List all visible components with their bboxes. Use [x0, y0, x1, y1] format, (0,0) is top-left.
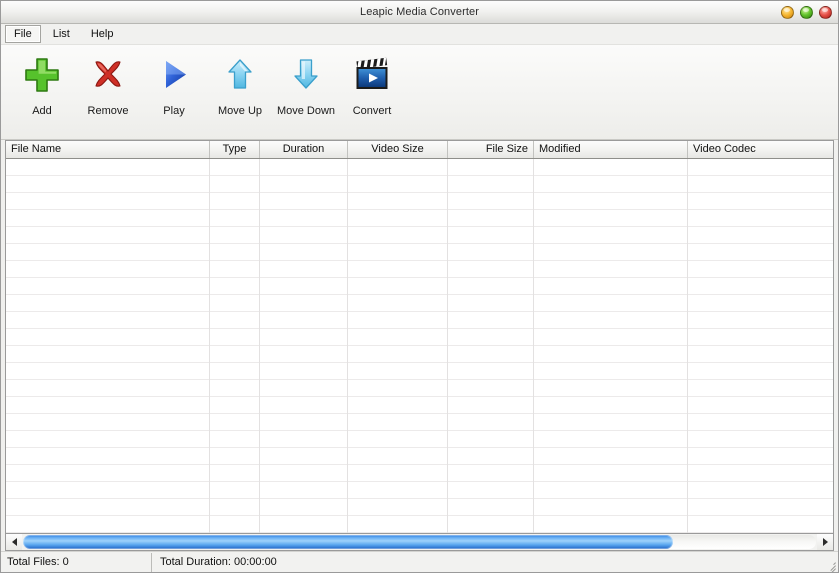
move-down-button[interactable]: Move Down — [273, 51, 339, 129]
status-total-files: Total Files: 0 — [7, 555, 69, 568]
play-button[interactable]: Play — [141, 51, 207, 129]
plus-icon — [20, 51, 64, 99]
convert-button[interactable]: Convert — [339, 51, 405, 129]
horizontal-scrollbar[interactable] — [5, 533, 834, 551]
arrow-up-icon — [218, 51, 262, 99]
gridline-2 — [210, 159, 260, 533]
application-window: Leapic Media Converter File List Help Ad… — [0, 0, 839, 573]
scrollbar-track[interactable] — [23, 535, 816, 549]
clapperboard-icon — [350, 51, 394, 99]
scroll-left-arrow-icon[interactable] — [6, 534, 22, 550]
scroll-right-arrow-icon[interactable] — [817, 534, 833, 550]
column-header-type[interactable]: Type — [210, 141, 260, 158]
status-total-duration: Total Duration: 00:00:00 — [151, 552, 838, 572]
gridline-4 — [348, 159, 448, 533]
column-header-video-codec[interactable]: Video Codec — [688, 141, 833, 158]
column-header-file-size[interactable]: File Size — [448, 141, 534, 158]
close-button[interactable] — [819, 5, 832, 19]
gridline-3 — [260, 159, 348, 533]
title-bar: Leapic Media Converter — [1, 1, 838, 24]
gridline-7 — [688, 159, 833, 533]
convert-label: Convert — [352, 105, 392, 117]
menu-item-list[interactable]: List — [44, 25, 79, 43]
menu-item-file[interactable]: File — [5, 25, 41, 43]
menu-item-help[interactable]: Help — [82, 25, 123, 43]
maximize-button[interactable] — [800, 5, 813, 19]
file-list-table: File Name Type Duration Video Size File … — [5, 140, 834, 533]
column-gridlines — [6, 159, 833, 533]
move-up-button[interactable]: Move Up — [207, 51, 273, 129]
move-down-label: Move Down — [276, 105, 336, 117]
add-label: Add — [32, 105, 52, 117]
column-header-file-name[interactable]: File Name — [6, 141, 210, 158]
toolbar: Add Remove Play Move Up Move Down Conver… — [1, 45, 838, 140]
move-up-label: Move Up — [217, 105, 263, 117]
menu-bar: File List Help — [1, 24, 838, 45]
scrollbar-thumb[interactable] — [23, 535, 674, 549]
table-header-row: File Name Type Duration Video Size File … — [6, 141, 833, 159]
column-header-video-size[interactable]: Video Size — [348, 141, 448, 158]
column-header-duration[interactable]: Duration — [260, 141, 348, 158]
window-controls — [781, 1, 832, 23]
column-header-modified[interactable]: Modified — [534, 141, 688, 158]
add-button[interactable]: Add — [9, 51, 75, 129]
gridline-1 — [6, 159, 210, 533]
gridline-6 — [534, 159, 688, 533]
play-label: Play — [163, 105, 185, 117]
minimize-button[interactable] — [781, 5, 794, 19]
status-bar: Total Files: 0 Total Duration: 00:00:00 — [1, 551, 838, 572]
remove-label: Remove — [87, 105, 129, 117]
remove-button[interactable]: Remove — [75, 51, 141, 129]
window-title: Leapic Media Converter — [360, 6, 479, 18]
play-triangle-icon — [152, 51, 196, 99]
arrow-down-icon — [284, 51, 328, 99]
red-x-icon — [86, 51, 130, 99]
gridline-5 — [448, 159, 534, 533]
table-body[interactable] — [6, 159, 833, 533]
resize-grip-icon[interactable] — [824, 558, 836, 572]
